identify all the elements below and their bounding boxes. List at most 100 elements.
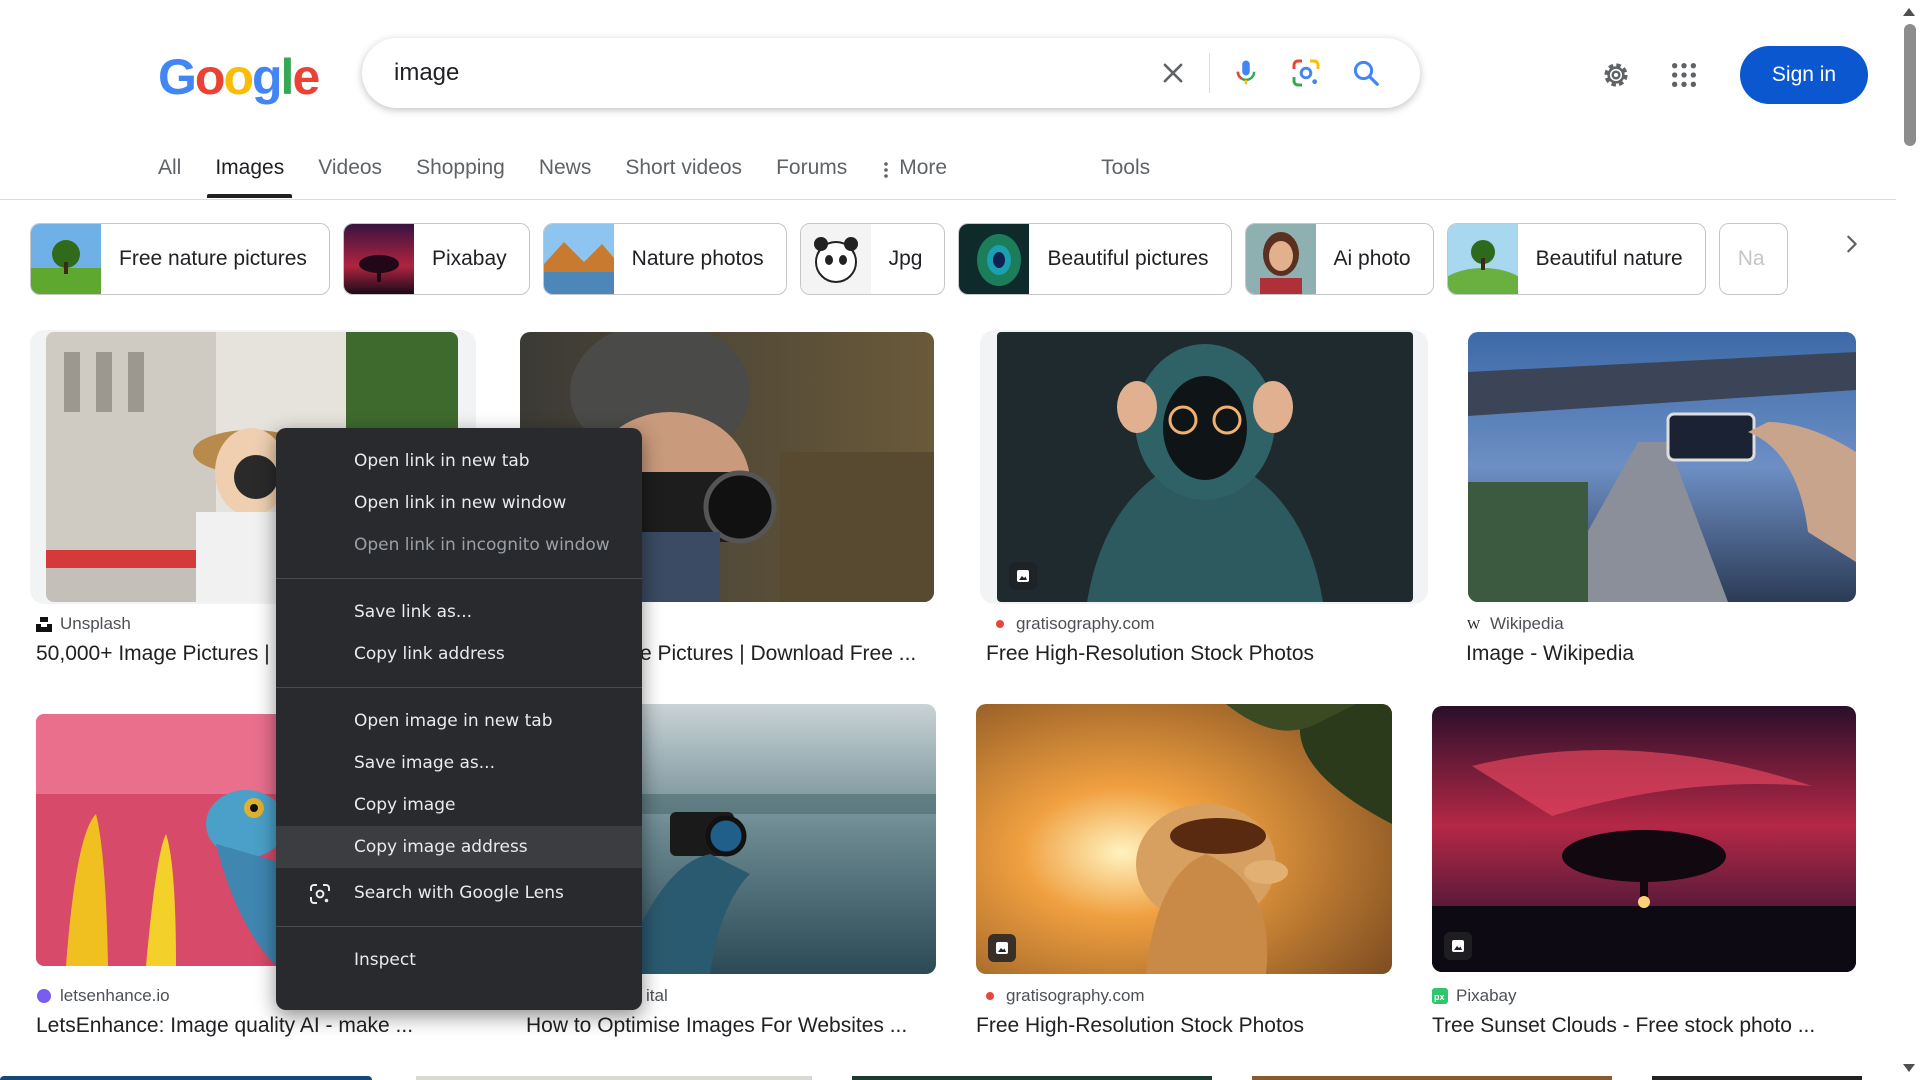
ctx-open-link-new-tab[interactable]: Open link in new tab (276, 440, 642, 482)
ctx-copy-image-address[interactable]: Copy image address (276, 826, 642, 868)
chip-label: Beautiful pictures (1047, 247, 1209, 270)
result-source[interactable]: gratisography.com (992, 614, 1155, 634)
ctx-separator (276, 687, 642, 688)
ctx-save-link-as[interactable]: Save link as... (276, 591, 642, 633)
result-source-label: letsenhance.io (60, 986, 170, 1005)
chip-free-nature-pictures[interactable]: Free nature pictures (30, 223, 330, 295)
logo-letter: e (292, 49, 320, 105)
chip-ai-photo[interactable]: Ai photo (1244, 223, 1434, 295)
chip-thumbnail (31, 224, 101, 294)
chip-beautiful-nature[interactable]: Beautiful nature (1446, 223, 1706, 295)
next-row-thumb (0, 1076, 1880, 1080)
google-lens-icon (310, 884, 330, 904)
ctx-inspect[interactable]: Inspect (276, 939, 642, 981)
scrollbar-thumb[interactable] (1904, 24, 1916, 146)
gear-icon[interactable] (1592, 51, 1640, 99)
scroll-down-arrow-icon[interactable] (1903, 1064, 1915, 1072)
microphone-icon[interactable] (1216, 43, 1276, 103)
search-icon[interactable] (1336, 43, 1396, 103)
result-source-label: ital (646, 986, 668, 1005)
result-image[interactable] (997, 332, 1413, 602)
close-icon[interactable] (1143, 43, 1203, 103)
result-source[interactable]: ital (646, 986, 668, 1006)
result-source[interactable]: gratisography.com (982, 986, 1145, 1006)
ctx-save-image-as[interactable]: Save image as... (276, 742, 642, 784)
chip-thumbnail (1447, 224, 1518, 294)
result-source[interactable]: letsenhance.io (36, 986, 170, 1006)
result-image[interactable] (1432, 706, 1856, 972)
google-logo[interactable]: Google (158, 48, 320, 106)
ctx-separator (276, 926, 642, 927)
peek-thumb (416, 1076, 812, 1080)
result-title[interactable]: How to Optimise Images For Websites ... (526, 1014, 946, 1038)
result-title[interactable]: 50,000+ Image Pictures | (36, 642, 282, 666)
result-image[interactable] (976, 704, 1392, 974)
unsplash-favicon (36, 617, 52, 632)
gratisography-favicon (986, 992, 994, 1000)
chip-label: Nature photos (631, 247, 764, 270)
ctx-open-link-new-window[interactable]: Open link in new window (276, 482, 642, 524)
chip-beautiful-pictures[interactable]: Beautiful pictures (958, 223, 1232, 295)
ctx-search-google-lens-label: Search with Google Lens (354, 883, 564, 903)
tab-short-videos[interactable]: Short videos (625, 150, 742, 198)
logo-letter: G (158, 49, 197, 105)
result-title[interactable]: LetsEnhance: Image quality AI - make ... (36, 1014, 476, 1038)
logo-letter: l (280, 49, 295, 105)
page-scrollbar[interactable] (1898, 0, 1920, 1080)
result-source[interactable]: px Pixabay (1432, 986, 1516, 1006)
result-source-label: Wikipedia (1490, 614, 1564, 633)
search-divider (1209, 53, 1210, 93)
result-source-label: Pixabay (1456, 986, 1517, 1005)
chip-nature-photos[interactable]: Nature photos (542, 223, 787, 295)
ctx-separator (276, 578, 642, 579)
result-title[interactable]: Image - Wikipedia (1466, 642, 1856, 666)
result-source[interactable]: Unsplash (36, 614, 131, 634)
apps-grid-icon[interactable] (1660, 51, 1708, 99)
svg-text:px: px (1434, 992, 1445, 1002)
result-source[interactable]: W Wikipedia (1466, 614, 1564, 634)
scroll-up-arrow-icon[interactable] (1903, 8, 1915, 16)
chip-label: Beautiful nature (1535, 247, 1683, 270)
chevron-right-icon[interactable] (1830, 222, 1874, 266)
result-source-label: Unsplash (60, 614, 131, 633)
google-lens-icon[interactable] (1276, 43, 1336, 103)
result-title[interactable]: e Pictures | Download Free ... (640, 642, 940, 666)
peek-thumb (0, 1076, 372, 1080)
result-image[interactable] (1468, 332, 1856, 602)
ctx-copy-link-address[interactable]: Copy link address (276, 633, 642, 675)
result-title[interactable]: Free High-Resolution Stock Photos (986, 642, 1416, 666)
gratisography-favicon (996, 620, 1004, 628)
chip-label: Ai photo (1333, 247, 1411, 270)
image-badge-icon (988, 934, 1016, 962)
ctx-open-image-new-tab[interactable]: Open image in new tab (276, 700, 642, 742)
result-title[interactable]: Free High-Resolution Stock Photos (976, 1014, 1406, 1038)
tab-news[interactable]: News (539, 150, 592, 198)
wikipedia-favicon: W (1467, 618, 1481, 632)
ctx-search-google-lens[interactable]: Search with Google Lens (276, 872, 642, 914)
chip-thumbnail (1245, 224, 1316, 294)
search-tabs: All Images Videos Shopping News Short vi… (158, 150, 1184, 200)
tools-button[interactable]: Tools (1101, 150, 1150, 198)
result-image[interactable] (36, 714, 286, 966)
chip-label: Na (1737, 247, 1765, 270)
result-source-label: gratisography.com (1016, 614, 1155, 633)
chip-pixabay[interactable]: Pixabay (342, 223, 530, 295)
svg-text:W: W (1467, 618, 1481, 632)
ctx-open-link-incognito: Open link in incognito window (354, 535, 610, 555)
search-box[interactable]: image (362, 38, 1420, 108)
peek-thumb (1652, 1076, 1862, 1080)
ctx-copy-image[interactable]: Copy image (276, 784, 642, 826)
chip-partial[interactable]: Na (1718, 223, 1788, 295)
chip-jpg[interactable]: Jpg (799, 223, 946, 295)
tab-more[interactable]: More (881, 150, 947, 198)
sign-in-button[interactable]: Sign in (1740, 46, 1868, 104)
tab-all[interactable]: All (158, 150, 181, 198)
result-title[interactable]: Tree Sunset Clouds - Free stock photo ..… (1432, 1014, 1862, 1038)
tab-videos[interactable]: Videos (318, 150, 382, 198)
search-input[interactable]: image (394, 59, 1143, 87)
tab-shopping[interactable]: Shopping (416, 150, 505, 198)
pixabay-favicon: px (1432, 988, 1448, 1004)
tab-forums[interactable]: Forums (776, 150, 847, 198)
letsenhance-favicon (37, 989, 51, 1003)
tab-images[interactable]: Images (207, 150, 293, 198)
